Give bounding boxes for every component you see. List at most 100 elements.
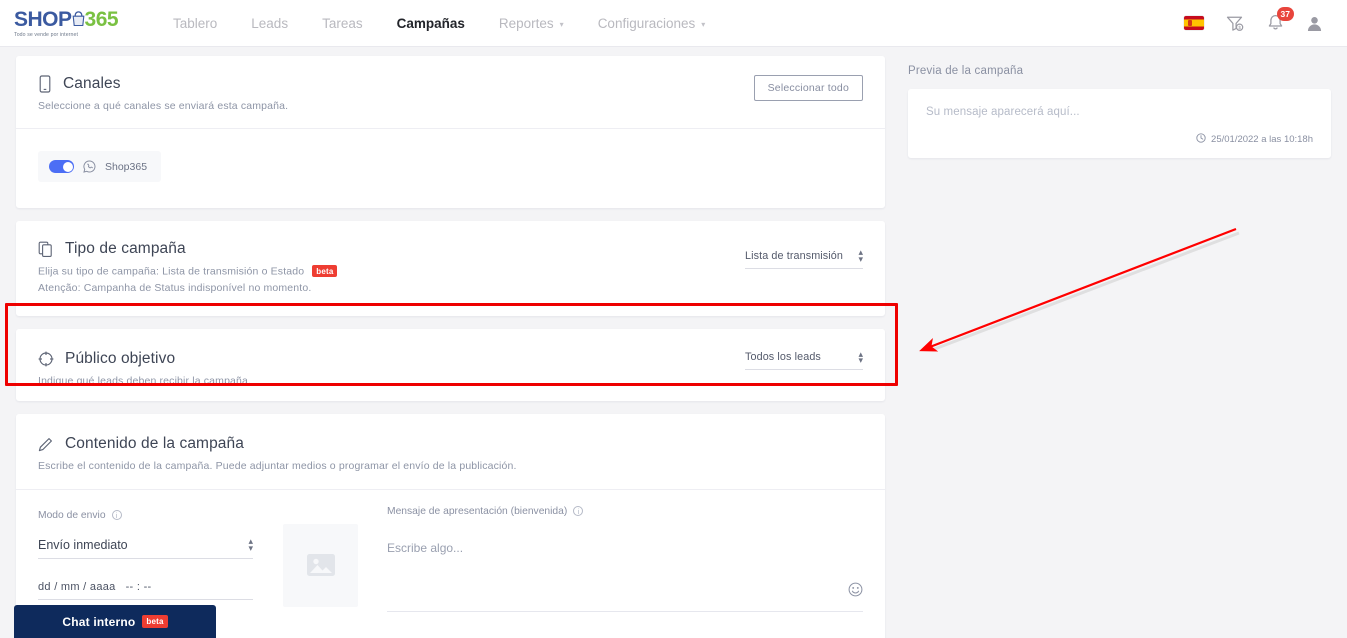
target-audience-header: Público objetivo Indique qué leads deben… [16,329,885,403]
top-bar-actions: $ 37 [1184,7,1323,32]
section-title: Contenido de la campaña [65,434,244,452]
select-arrows-icon: ▴ ▾ [858,247,863,264]
send-mode-label: Modo de envio [38,509,106,521]
section-title: Canales [63,75,121,92]
campaign-form-column: Canales Seleccione a qué canales se envi… [16,56,885,638]
logo-wordmark: SHOP 365 [14,9,134,30]
campaign-type-subtitle: Elija su tipo de campaña: Lista de trans… [38,265,863,278]
channels-header: Canales Seleccione a qué canales se envi… [16,56,885,129]
preview-card: Su mensaje aparecerá aquí... 25/01/2022 … [908,89,1331,158]
target-crosshair-icon [38,351,54,367]
campaign-type-title-row: Tipo de campaña [38,240,863,258]
campaign-type-subtitle-text: Elija su tipo de campaña: Lista de trans… [38,265,305,278]
svg-text:$: $ [1238,25,1241,30]
campaign-content-header: Contenido de la campaña Escribe el conte… [16,414,885,490]
notification-count-badge: 37 [1276,7,1294,21]
send-mode-label-row: Modo de envio i [38,510,253,521]
user-avatar-icon [1307,16,1322,31]
send-mode-select[interactable]: Envío inmediato ▴ ▾ [38,535,253,559]
channel-label: Shop365 [105,160,148,173]
send-mode-column: Modo de envio i Envío inmediato ▴ ▾ dd / … [38,506,253,612]
emoji-smiley-icon[interactable] [848,582,863,602]
notifications-button[interactable]: 37 [1267,7,1294,32]
image-placeholder-icon [306,554,335,576]
campaign-type-select[interactable]: Lista de transmisión ▴ ▾ [745,247,863,269]
channels-title-row: Canales [38,75,863,93]
preview-timestamp: 25/01/2022 a las 10:18h [1211,134,1313,145]
top-navigation-bar: SHOP 365 Todo se vende por internet Tabl… [0,0,1347,47]
target-audience-select-value: Todos los leads [745,351,821,364]
target-audience-title-row: Público objetivo [38,350,863,368]
message-textarea[interactable]: Escribe algo... [387,535,863,612]
main-nav: Tablero Leads Tareas Campañas Reportes ▾… [156,0,722,47]
nav-label: Leads [251,15,289,31]
send-mode-value: Envío inmediato [38,537,128,552]
message-column: Mensaje de apresentación (bienvenida) i … [387,506,863,612]
internal-chat-button[interactable]: Chat interno beta [14,605,216,638]
campaign-preview-column: Previa de la campaña Su mensaje aparecer… [908,65,1331,158]
nav-label: Tareas [322,15,363,31]
channels-subtitle: Seleccione a qué canales se enviará esta… [38,100,289,112]
select-arrows-icon: ▴ ▾ [858,348,863,366]
nav-label: Campañas [396,15,465,31]
chevron-down-icon: ▾ [701,19,706,29]
logo[interactable]: SHOP 365 Todo se vende por internet [14,9,134,38]
nav-item-leads[interactable]: Leads [234,0,305,47]
message-placeholder: Escribe algo... [387,540,464,555]
info-icon[interactable]: i [111,510,122,520]
channel-toggle[interactable] [49,160,74,173]
app-root: SHOP 365 Todo se vende por internet Tabl… [0,0,1347,638]
target-audience-subtitle: Indique qué leads deben recibir la campa… [38,374,252,387]
section-title: Público objetivo [65,349,176,367]
nav-label: Configuraciones [597,15,696,31]
chevron-down-icon: ▾ [559,19,564,29]
nav-item-reportes[interactable]: Reportes ▾ [482,0,581,47]
media-upload-box[interactable] [283,523,358,607]
select-arrows-icon: ▴ ▾ [248,535,253,553]
channel-item-shop365[interactable]: Shop365 [38,151,162,182]
nav-item-tareas[interactable]: Tareas [305,0,380,47]
schedule-time-placeholder: -- : -- [125,580,152,593]
clock-icon [1196,133,1206,146]
funnel-filter-button[interactable]: $ [1226,15,1245,32]
nav-label: Tablero [173,15,218,31]
channels-list: Shop365 [16,129,885,208]
preview-title: Previa de la campaña [908,65,1024,77]
schedule-date-placeholder: dd / mm / aaaa [38,580,116,593]
logo-365-text: 365 [84,7,119,31]
campaign-type-card: Tipo de campaña Elija su tipo de campaña… [16,221,885,316]
pencil-icon [38,436,54,452]
campaign-type-header: Tipo de campaña Elija su tipo de campaña… [16,221,885,316]
section-title: Tipo de campaña [65,240,186,257]
channels-card: Canales Seleccione a qué canales se envi… [16,56,885,208]
target-audience-select[interactable]: Todos los leads ▴ ▾ [745,348,863,370]
logo-tagline: Todo se vende por internet [14,31,79,38]
mobile-phone-icon [38,75,52,93]
message-label-row: Mensaje de apresentación (bienvenida) i [387,506,863,517]
preview-timestamp-row: 25/01/2022 a las 10:18h [926,133,1313,146]
campaign-content-title-row: Contenido de la campaña [38,435,863,453]
beta-badge: beta [312,265,338,277]
copy-layers-icon [38,241,54,258]
nav-item-configuraciones[interactable]: Configuraciones ▾ [581,0,723,47]
preview-message-placeholder: Su mensaje aparecerá aquí... [926,106,1080,118]
chat-label: Chat interno [62,614,136,629]
funnel-icon: $ [1226,16,1244,31]
spain-flag-icon[interactable] [1184,16,1204,30]
nav-item-tablero[interactable]: Tablero [156,0,234,47]
account-button[interactable] [1306,15,1323,32]
schedule-datetime-input[interactable]: dd / mm / aaaa -- : -- [38,581,253,600]
logo-shop-text: SHOP [14,7,72,31]
campaign-type-select-value: Lista de transmisión [745,249,844,262]
message-label: Mensaje de apresentación (bienvenida) [387,505,568,517]
nav-item-campanas[interactable]: Campañas [380,0,482,47]
campaign-type-note: Atenção: Campanha de Status indisponível… [38,281,312,294]
shopping-bag-icon [72,10,85,26]
whatsapp-icon [83,160,96,173]
campaign-content-subtitle: Escribe el contenido de la campaña. Pued… [38,459,517,472]
target-audience-card: Público objetivo Indique qué leads deben… [16,328,885,403]
select-all-button[interactable]: Seleccionar todo [753,75,863,101]
nav-label: Reportes [498,15,554,31]
page-content: Canales Seleccione a qué canales se envi… [0,47,1347,638]
info-icon[interactable]: i [573,506,584,516]
